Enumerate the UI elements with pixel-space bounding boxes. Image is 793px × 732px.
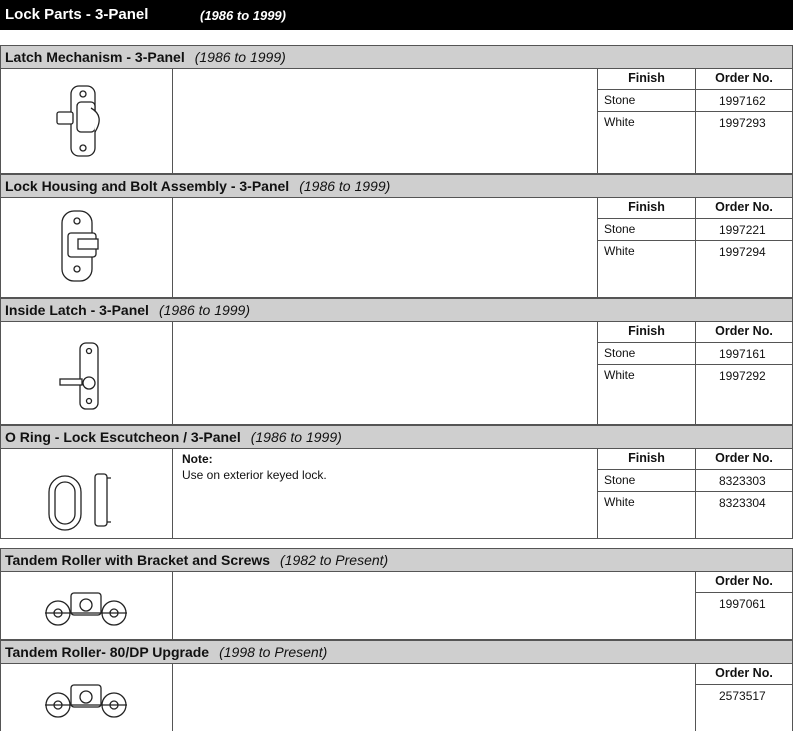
note: Note: Use on exterior keyed lock. bbox=[182, 451, 327, 483]
order-cell: 8323304 bbox=[719, 496, 766, 510]
order-cell: 1997292 bbox=[719, 369, 766, 383]
section-header: Tandem Roller with Bracket and Screws (19… bbox=[0, 548, 793, 572]
page-years: (1986 to 1999) bbox=[200, 8, 286, 23]
finish-cell: White bbox=[604, 115, 635, 129]
order-cell: 1997221 bbox=[719, 223, 766, 237]
order-header: Order No. bbox=[715, 451, 773, 465]
finish-header: Finish bbox=[628, 200, 665, 214]
finish-cell: Stone bbox=[604, 222, 636, 236]
order-header: Order No. bbox=[715, 71, 773, 85]
order-cell: 8323303 bbox=[719, 474, 766, 488]
section-header: Lock Housing and Bolt Assembly - 3-Panel… bbox=[0, 174, 793, 198]
order-cell: 1997294 bbox=[719, 245, 766, 259]
section-inside-latch: Inside Latch - 3-Panel (1986 to 1999) Fin… bbox=[0, 298, 793, 426]
section-title: Tandem Roller with Bracket and Screws bbox=[5, 552, 271, 568]
order-cell: 1997061 bbox=[719, 597, 766, 611]
section-title: Inside Latch - 3-Panel bbox=[5, 302, 149, 318]
order-cell: 2573517 bbox=[719, 689, 766, 703]
section-years: (1982 to Present) bbox=[280, 552, 389, 568]
latch-mechanism-image bbox=[56, 85, 100, 157]
note-label: Note: bbox=[182, 452, 213, 466]
section-o-ring: O Ring - Lock Escutcheon / 3-Panel (1986 … bbox=[0, 425, 793, 540]
finish-header: Finish bbox=[628, 451, 665, 465]
finish-cell: Stone bbox=[604, 346, 636, 360]
tandem-roller-upgrade-image bbox=[45, 684, 127, 718]
order-cell: 1997162 bbox=[719, 94, 766, 108]
finish-cell: White bbox=[604, 244, 635, 258]
finish-cell: Stone bbox=[604, 473, 636, 487]
page-title: Lock Parts - 3-Panel bbox=[5, 6, 149, 23]
section-title: Latch Mechanism - 3-Panel bbox=[5, 49, 185, 65]
section-title: O Ring - Lock Escutcheon / 3-Panel bbox=[5, 429, 241, 445]
section-header: Latch Mechanism - 3-Panel (1986 to 1999) bbox=[0, 45, 793, 69]
section-years: (1986 to 1999) bbox=[158, 302, 251, 318]
section-years: (1998 to Present) bbox=[219, 644, 328, 660]
section-title: Tandem Roller- 80/DP Upgrade bbox=[5, 644, 210, 660]
order-header: Order No. bbox=[715, 200, 773, 214]
section-tandem-roller: Tandem Roller with Bracket and Screws (19… bbox=[0, 548, 793, 641]
section-latch-mechanism: Latch Mechanism - 3-Panel (1986 to 1999) … bbox=[0, 45, 793, 175]
finish-cell: White bbox=[604, 495, 635, 509]
order-cell: 1997293 bbox=[719, 116, 766, 130]
section-title: Lock Housing and Bolt Assembly - 3-Panel bbox=[5, 178, 290, 194]
finish-header: Finish bbox=[628, 71, 665, 85]
order-header: Order No. bbox=[715, 666, 773, 680]
order-header: Order No. bbox=[715, 574, 773, 588]
section-years: (1986 to 1999) bbox=[194, 49, 286, 65]
finish-header: Finish bbox=[628, 324, 665, 338]
section-lock-housing: Lock Housing and Bolt Assembly - 3-Panel… bbox=[0, 174, 793, 299]
section-header: O Ring - Lock Escutcheon / 3-Panel (1986 … bbox=[0, 425, 793, 449]
section-tandem-roller-upgrade: Tandem Roller- 80/DP Upgrade (1998 to Pre… bbox=[0, 640, 793, 732]
order-header: Order No. bbox=[715, 324, 773, 338]
lock-housing-image bbox=[61, 210, 99, 282]
note-text: Use on exterior keyed lock. bbox=[182, 468, 327, 482]
o-ring-image bbox=[48, 473, 111, 531]
page-header: Lock Parts - 3-Panel (1986 to 1999) bbox=[0, 0, 793, 30]
tandem-roller-image bbox=[45, 592, 127, 626]
finish-cell: Stone bbox=[604, 93, 636, 107]
section-years: (1986 to 1999) bbox=[299, 178, 391, 194]
section-header: Inside Latch - 3-Panel (1986 to 1999) bbox=[0, 298, 793, 322]
section-header: Tandem Roller- 80/DP Upgrade (1998 to Pre… bbox=[0, 640, 793, 664]
inside-latch-image bbox=[59, 342, 99, 410]
section-years: (1986 to 1999) bbox=[250, 429, 342, 445]
finish-cell: White bbox=[604, 368, 635, 382]
order-cell: 1997161 bbox=[719, 347, 766, 361]
